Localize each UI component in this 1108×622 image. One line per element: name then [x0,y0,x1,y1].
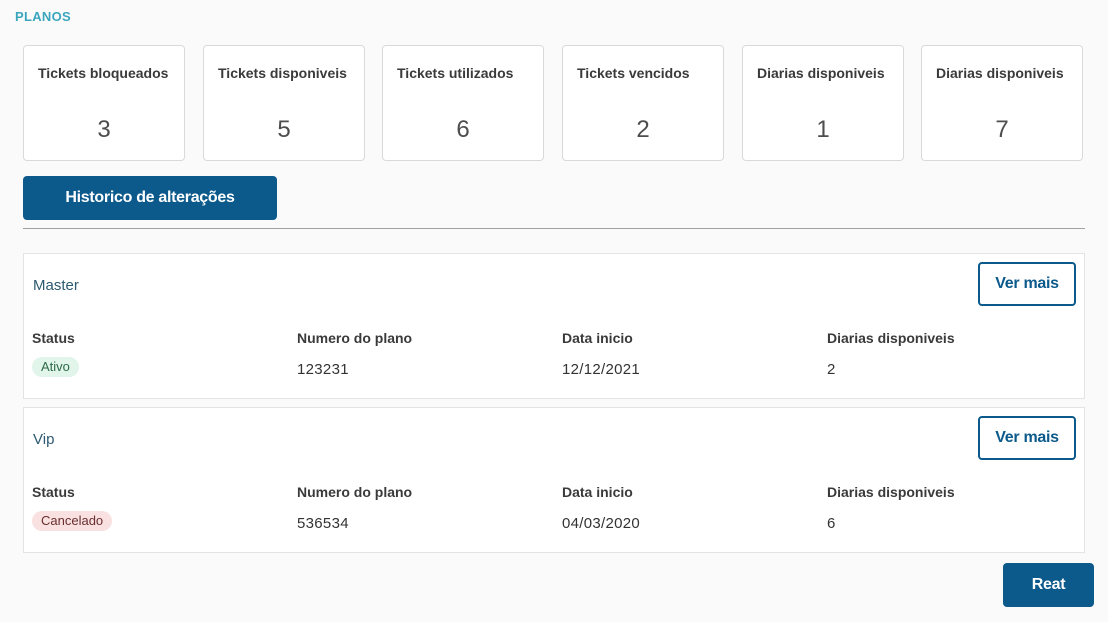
stat-value: 5 [277,116,291,143]
plan-name: Master [33,277,79,294]
available-days-value: 2 [827,361,836,378]
stat-value: 6 [456,116,470,143]
stat-card-tickets-utilizados: Tickets utilizados 6 [382,45,544,161]
stat-value: 7 [995,116,1009,143]
plan-number-value: 123231 [297,361,349,378]
ver-mais-button[interactable]: Ver mais [978,262,1076,306]
stat-label: Diarias disponiveis [757,65,885,81]
start-date-label: Data inicio [562,484,633,500]
plan-card-vip: Vip Ver mais Status Numero do plano Data… [23,407,1085,553]
start-date-value: 04/03/2020 [562,515,641,532]
status-badge: Cancelado [32,511,113,531]
stat-label: Diarias disponiveis [936,65,1064,81]
stat-card-diarias-disponiveis-2: Diarias disponiveis 7 [921,45,1083,161]
stat-label: Tickets utilizados [397,65,514,81]
plan-number-label: Numero do plano [297,330,413,346]
stat-label: Tickets vencidos [577,65,690,81]
stat-label: Tickets disponiveis [218,65,347,81]
plan-number-value: 536534 [297,515,349,532]
status-label: Status [32,484,75,500]
reat-button[interactable]: Reat [1003,563,1094,607]
history-button[interactable]: Historico de alterações [23,176,277,220]
plan-name: Vip [33,431,55,448]
plan-card-master: Master Ver mais Status Numero do plano D… [23,253,1085,399]
available-days-label: Diarias disponiveis [827,484,955,500]
stat-value: 3 [97,116,111,143]
start-date-label: Data inicio [562,330,633,346]
ver-mais-button[interactable]: Ver mais [978,416,1076,460]
stat-card-tickets-disponiveis: Tickets disponiveis 5 [203,45,365,161]
plan-number-label: Numero do plano [297,484,413,500]
stat-card-diarias-disponiveis-1: Diarias disponiveis 1 [742,45,904,161]
status-label: Status [32,330,75,346]
section-title: PLANOS [15,9,71,24]
available-days-value: 6 [827,515,836,532]
start-date-value: 12/12/2021 [562,361,641,378]
status-badge: Ativo [32,357,79,377]
stat-value: 1 [816,116,830,143]
stat-card-tickets-vencidos: Tickets vencidos 2 [562,45,724,161]
available-days-label: Diarias disponiveis [827,330,955,346]
stat-card-tickets-bloqueados: Tickets bloqueados 3 [23,45,185,161]
stat-value: 2 [636,116,650,143]
divider [23,228,1085,229]
stat-label: Tickets bloqueados [38,65,169,81]
